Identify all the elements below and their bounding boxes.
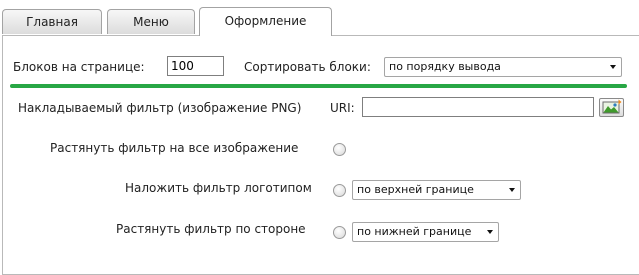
stretch-side-value: по нижней границе [357,225,472,238]
logo-position-value: по верхней границе [357,183,474,196]
stretch-side-radio[interactable] [333,226,346,239]
logo-position-select[interactable]: по верхней границе [352,180,521,200]
logo-radio[interactable] [333,184,346,197]
stretch-side-label: Растянуть фильтр по стороне [116,222,306,236]
tab-menu[interactable]: Меню [107,9,195,34]
chevron-down-icon [487,230,493,234]
image-picker-button[interactable] [599,98,624,117]
stretch-all-radio[interactable] [333,143,346,156]
blocks-per-page-input[interactable] [167,56,224,76]
filter-label: Накладываемый фильтр (изображение PNG) [18,101,302,115]
sort-blocks-value: по порядку вывода [389,60,501,73]
uri-label: URI: [330,101,355,115]
chevron-down-icon [509,188,515,192]
sort-blocks-label: Сортировать блоки: [244,60,371,74]
sort-blocks-select[interactable]: по порядку вывода [384,57,622,77]
uri-input[interactable] [362,97,594,117]
stretch-side-select[interactable]: по нижней границе [352,222,499,242]
tab-home[interactable]: Главная [2,9,102,34]
blocks-per-page-label: Блоков на странице: [13,60,145,74]
logo-label: Наложить фильтр логотипом [125,181,312,195]
image-icon [602,99,622,114]
chevron-down-icon [610,65,616,69]
tab-design[interactable]: Оформление [199,7,332,36]
section-divider [10,84,627,88]
stretch-all-label: Растянуть фильтр на все изображение [50,141,299,155]
